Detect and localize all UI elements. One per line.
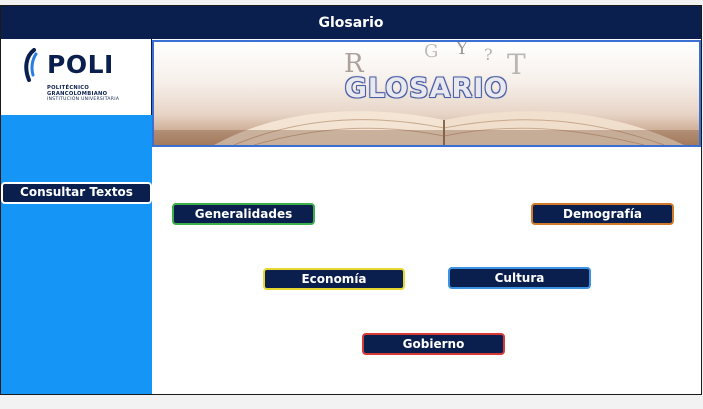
consult-texts-button[interactable]: Consultar Textos [1, 182, 152, 204]
logo-line-3: INSTITUCIÓN UNIVERSITARIA [47, 97, 120, 102]
banner-title: GLOSARIO [344, 73, 509, 104]
banner-letter-y: Y [455, 42, 469, 59]
sidebar: POLI POLITÉCNICO GRANCOLOMBIANO INSTITUC… [1, 39, 152, 394]
demografia-button[interactable]: Demografía [531, 203, 674, 225]
sidebar-panel [1, 115, 152, 394]
banner-letter-q: ? [484, 45, 493, 64]
app-frame: Glosario POLI POLITÉCNICO GRANCOLOMBIANO… [0, 5, 702, 395]
poli-logo-mark-icon [24, 48, 38, 82]
glossary-banner: R G Y T ? GLOSARIO [152, 40, 701, 147]
gobierno-button[interactable]: Gobierno [362, 333, 505, 355]
title-bar: Glosario [1, 6, 701, 39]
cultura-button[interactable]: Cultura [448, 267, 591, 289]
logo: POLI POLITÉCNICO GRANCOLOMBIANO INSTITUC… [1, 39, 152, 115]
generalidades-button[interactable]: Generalidades [172, 203, 315, 225]
page-title: Glosario [318, 14, 384, 31]
economia-button[interactable]: Economía [263, 268, 405, 290]
logo-name: POLI [47, 50, 114, 79]
banner-letter-g: G [424, 42, 438, 62]
